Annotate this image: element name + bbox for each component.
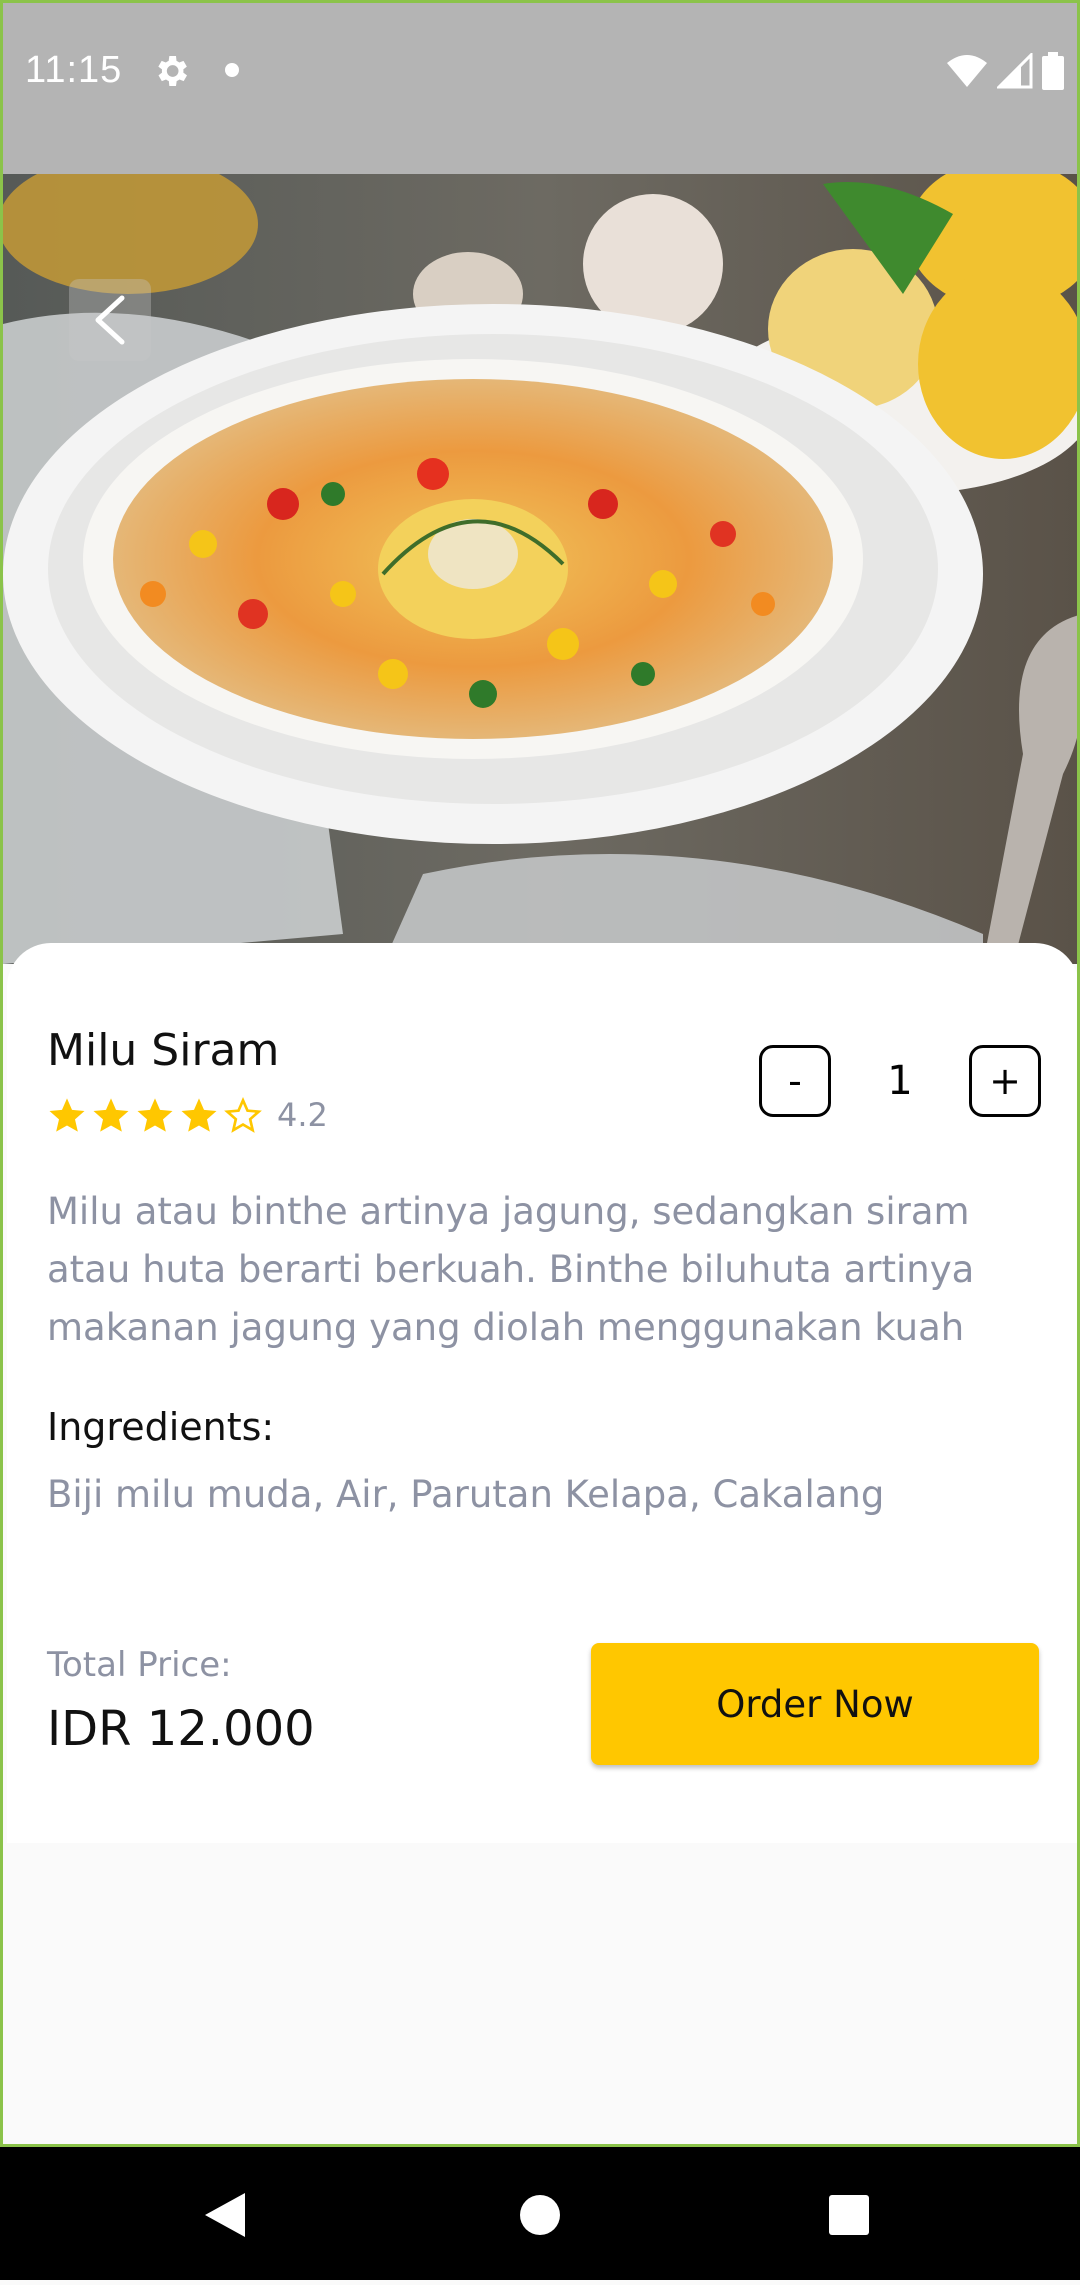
food-description: Milu atau binthe artinya jagung, sedangk…	[47, 1190, 975, 1349]
quantity-value: 1	[887, 1058, 913, 1104]
star-filled-icon	[93, 1098, 129, 1132]
battery-icon	[1042, 52, 1064, 90]
back-button[interactable]	[69, 279, 151, 361]
settings-gear-icon	[158, 56, 187, 86]
quantity-stepper: - 1 +	[759, 1045, 1041, 1117]
wifi-icon	[947, 55, 987, 87]
star-filled-icon	[137, 1098, 173, 1132]
total-price-value: IDR 12.000	[47, 1701, 315, 1757]
total-price-label: Total Price:	[47, 1645, 232, 1685]
star-filled-icon	[181, 1098, 217, 1132]
status-bar: 11:15	[3, 3, 1077, 174]
increment-button[interactable]: +	[969, 1045, 1041, 1117]
decrement-button[interactable]: -	[759, 1045, 831, 1117]
ingredients-list: Biji milu muda, Air, Parutan Kelapa, Cak…	[47, 1473, 885, 1516]
food-image	[3, 174, 1077, 964]
order-now-button[interactable]: Order Now	[591, 1643, 1039, 1765]
rating-value: 4.2	[277, 1096, 328, 1134]
detail-card: Milu Siram 4.2 - 1 + Milu atau binthe ar…	[7, 943, 1077, 1843]
star-filled-icon	[49, 1098, 85, 1132]
app-window: 11:15 Milu Siram 4.2 - 1 + Milu atau bin…	[0, 0, 1080, 2147]
recents-square-icon[interactable]	[829, 2195, 869, 2235]
notification-dot-icon	[225, 63, 239, 77]
system-nav-bar	[0, 2147, 1080, 2280]
chevron-left-icon	[95, 295, 125, 345]
food-name: Milu Siram	[47, 1025, 280, 1076]
status-icons	[945, 51, 1065, 91]
signal-icon	[997, 53, 1033, 89]
corn-soup-photo	[3, 174, 1077, 964]
status-time: 11:15	[25, 49, 123, 91]
back-triangle-icon[interactable]	[205, 2193, 245, 2237]
rating: 4.2	[47, 1095, 328, 1135]
home-circle-icon[interactable]	[520, 2195, 560, 2235]
star-outline-icon	[224, 1096, 262, 1133]
ingredients-label: Ingredients:	[47, 1405, 275, 1449]
